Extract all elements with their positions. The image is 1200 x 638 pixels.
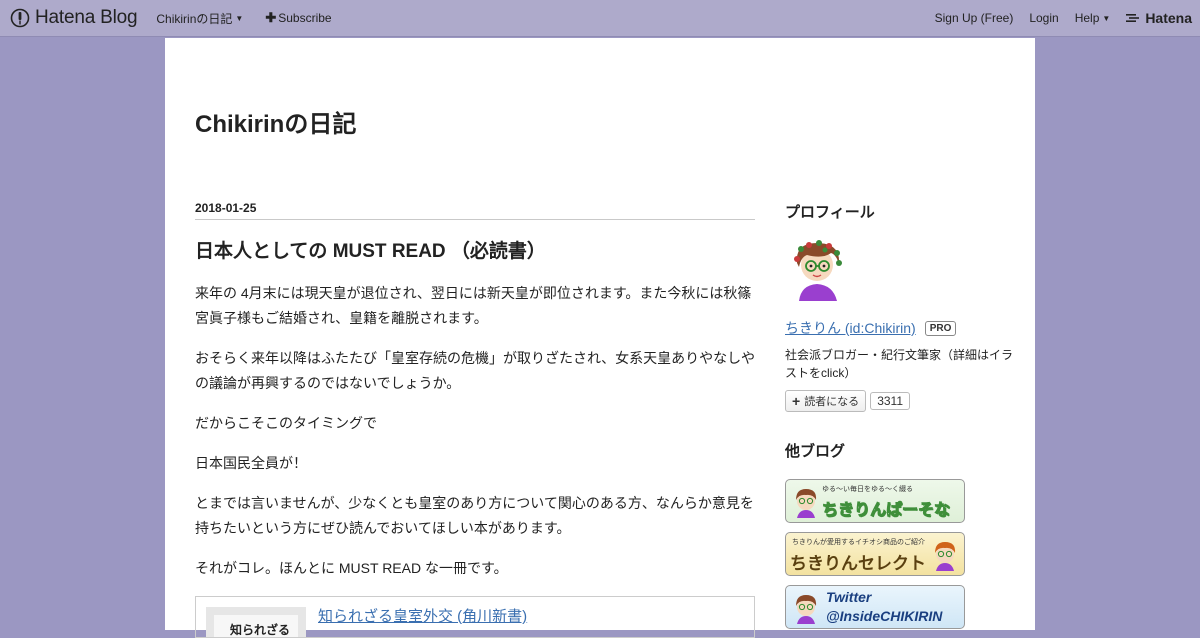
banner-tagline: ちきりんが愛用するイチオシ商品のご紹介 <box>792 539 925 546</box>
entry-paragraph: とまでは言いませんが、少なくとも皇室のあり方について関心のある方、なんらか意見を… <box>195 495 754 536</box>
profile-description: 社会派ブロガー・紀行文筆家（詳細はイラストをclick） <box>785 348 1014 380</box>
plus-icon: + <box>792 393 801 409</box>
hatena-logo[interactable]: Hatena <box>1126 10 1192 26</box>
blog-menu-label: Chikirinの日記 <box>156 11 233 26</box>
profile-name-link[interactable]: ちきりん (id:Chikirin) <box>785 318 916 338</box>
banner-chikirin-select[interactable]: ちきりんが愛用するイチオシ商品のご紹介 ちきりんセレクト <box>785 532 965 576</box>
entry-paragraph: おそらく来年以降はふたたび「皇室存続の危機」が取りざたされ、女系天皇ありやなしや… <box>195 350 755 391</box>
subscribe-link[interactable]: ✚ Subscribe <box>265 10 331 26</box>
entry-paragraph: 来年の 4月末には現天皇が退位され、翌日には新天皇が即位されます。また今秋には秋… <box>195 285 752 326</box>
banner-twitter[interactable]: Twitter @InsideCHIKIRIN <box>785 585 965 629</box>
hatena-blog-brand[interactable]: Hatena Blog <box>10 7 138 29</box>
entry-paragraph: だからこそこのタイミングで <box>195 415 377 431</box>
plus-icon: ✚ <box>265 10 277 25</box>
entry-paragraph: 日本国民全員が！ <box>195 455 307 471</box>
brand-text: Hatena Blog <box>35 7 138 28</box>
hatena-mark-icon <box>1126 14 1140 22</box>
banner-title-line2: @InsideCHIKIRIN <box>826 608 943 624</box>
hatena-logo-text: Hatena <box>1145 10 1192 26</box>
entry-date[interactable]: 2018-01-25 <box>195 201 755 220</box>
book-title-link[interactable]: 知られざる皇室外交 (角川新書) <box>318 605 527 626</box>
help-menu[interactable]: Help ▼ <box>1075 11 1111 25</box>
login-link[interactable]: Login <box>1029 11 1058 25</box>
banner-tagline: ゆる〜い毎日をゆる〜く綴る <box>822 486 913 493</box>
blog-container: Chikirinの日記 2018-01-25 日本人としての MUST READ… <box>165 38 1035 638</box>
subscribe-row: + 読者になる 3311 <box>785 390 1015 412</box>
hatena-blog-logo-icon <box>10 8 30 28</box>
help-label: Help <box>1074 11 1100 25</box>
blog-title[interactable]: Chikirinの日記 <box>195 104 356 139</box>
profile-heading: プロフィール <box>785 204 875 221</box>
entry-title[interactable]: 日本人としての MUST READ （必読書） <box>195 236 755 263</box>
banner-title: ちきりんセレクト <box>790 554 926 573</box>
book-cover[interactable]: 知られざる <box>206 607 306 637</box>
banner-title: ちきりんぱーそなる <box>822 502 951 520</box>
avatar-illustration <box>796 489 817 518</box>
pro-badge[interactable]: PRO <box>924 320 957 336</box>
profile-name-row: ちきりん (id:Chikirin) PRO <box>785 318 1015 338</box>
subscribe-button-label: 読者になる <box>804 396 860 408</box>
global-header: Hatena Blog Chikirinの日記 ▼ ✚ Subscribe Si… <box>0 0 1200 37</box>
book-cover-text: 知られざる <box>214 615 298 637</box>
banner-title-line1: Twitter <box>826 589 872 605</box>
subscriber-count[interactable]: 3311 <box>870 392 910 410</box>
sidebar: プロフィール ちきりん (id:Chikirin) PRO 社会派ブロガー・紀行… <box>785 201 1015 629</box>
entry-paragraph: それがコレ。ほんとに MUST READ な一冊です。 <box>195 560 508 576</box>
blog-menu[interactable]: Chikirinの日記 ▼ <box>156 10 243 27</box>
entry: 2018-01-25 日本人としての MUST READ （必読書） 来年の 4… <box>195 201 755 638</box>
other-blogs-heading: 他ブログ <box>785 443 846 460</box>
subscribe-label: Subscribe <box>278 11 332 25</box>
subscribe-button[interactable]: + 読者になる <box>785 390 867 412</box>
signup-link[interactable]: Sign Up (Free) <box>935 11 1014 25</box>
avatar-illustration <box>935 542 956 571</box>
caret-down-icon: ▼ <box>235 13 244 23</box>
profile-avatar[interactable] <box>785 237 849 301</box>
avatar-illustration <box>796 595 817 624</box>
banner-chikirin-personal[interactable]: ゆる〜い毎日をゆる〜く綴る ちきりんぱーそなる <box>785 479 965 523</box>
book-embed: 知られざる 知られざる皇室外交 (角川新書) <box>195 596 755 638</box>
caret-down-icon: ▼ <box>1102 13 1111 23</box>
